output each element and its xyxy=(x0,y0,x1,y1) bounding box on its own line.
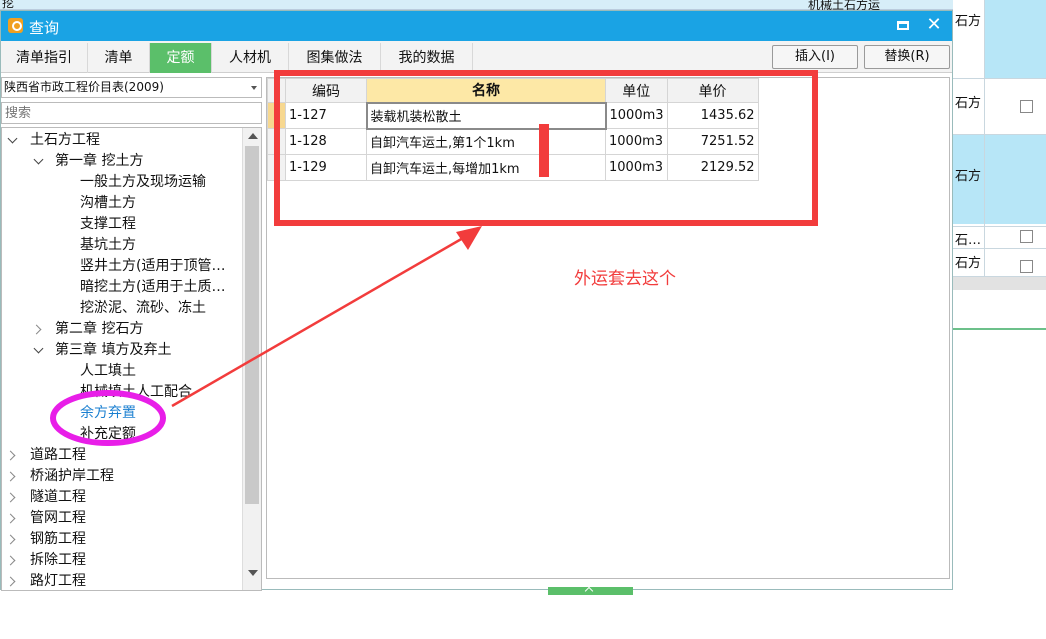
tree-item[interactable]: 补充定额 xyxy=(80,424,136,445)
tree-item[interactable]: 沟槽土方 xyxy=(80,193,136,214)
background-checkbox[interactable] xyxy=(1020,100,1033,113)
scroll-thumb[interactable] xyxy=(245,146,259,504)
background-scrollbar[interactable] xyxy=(953,277,1046,290)
tree-item[interactable]: 机械填土人工配合 xyxy=(80,382,192,403)
dialog-titlebar[interactable]: 查询 ✕ xyxy=(1,11,952,41)
tab-atlas-method[interactable]: 图集做法 xyxy=(289,43,381,73)
expand-icon[interactable] xyxy=(33,154,44,165)
expand-icon[interactable] xyxy=(33,343,44,354)
expand-icon[interactable] xyxy=(5,450,16,461)
background-cell: 石方 xyxy=(955,256,982,271)
tree-scrollbar[interactable] xyxy=(242,128,261,590)
tree-item[interactable]: 支撑工程 xyxy=(80,214,136,235)
annotation-note: 外运套去这个 xyxy=(574,269,676,289)
maximize-icon[interactable] xyxy=(897,21,909,30)
tab-my-data[interactable]: 我的数据 xyxy=(381,43,473,73)
expand-icon[interactable] xyxy=(5,471,16,482)
tree-item[interactable]: 挖淤泥、流砂、冻土 xyxy=(80,298,206,319)
quota-tree: 土石方工程 第一章 挖土方 一般土方及现场运输 沟槽土方 支撑工程 基坑土方 竖… xyxy=(1,127,262,591)
tab-bill[interactable]: 清单 xyxy=(88,43,150,73)
tab-labor-material-machine[interactable]: 人材机 xyxy=(212,43,289,73)
tree-item[interactable]: 暗挖土方(适用于土质… xyxy=(80,277,225,298)
background-checkbox[interactable] xyxy=(1020,260,1033,273)
replace-button[interactable]: 替换(R) xyxy=(864,45,950,69)
tree-item[interactable]: 基坑土方 xyxy=(80,235,136,256)
expand-icon[interactable] xyxy=(5,555,16,566)
expand-icon[interactable] xyxy=(7,133,18,144)
tree-item-selected[interactable]: 余方弃置 xyxy=(80,403,136,424)
background-cell: 石方 xyxy=(955,169,982,184)
library-select[interactable]: 陕西省市政工程价目表(2009) xyxy=(1,77,262,98)
background-highlight xyxy=(985,0,1046,78)
app-logo-icon xyxy=(8,18,23,33)
insert-button[interactable]: 插入(I) xyxy=(772,45,858,69)
background-checkbox[interactable] xyxy=(1020,230,1033,243)
close-icon[interactable]: ✕ xyxy=(923,13,945,37)
tree-item[interactable]: 一般土方及现场运输 xyxy=(80,172,206,193)
background-cell: 石方 xyxy=(955,14,982,29)
dialog-title: 查询 xyxy=(29,19,60,37)
tab-bar: 清单指引 清单 定额 人材机 图集做法 我的数据 插入(I) 替换(R) xyxy=(1,41,952,73)
expand-icon[interactable] xyxy=(31,324,42,335)
expand-icon[interactable] xyxy=(5,534,16,545)
search-input[interactable] xyxy=(1,102,262,124)
expand-icon[interactable] xyxy=(5,492,16,503)
tab-bill-guide[interactable]: 清单指引 xyxy=(1,43,88,73)
tree-item[interactable]: 人工填土 xyxy=(80,361,136,382)
scroll-down-icon[interactable] xyxy=(248,570,258,576)
tree-item[interactable]: 竖井土方(适用于顶管… xyxy=(80,256,225,277)
scroll-up-icon[interactable] xyxy=(248,133,258,139)
annotation-red-mark xyxy=(539,124,549,177)
background-header-strip: 挖 机械土石方运 xyxy=(0,0,1046,12)
expand-icon[interactable] xyxy=(5,513,16,524)
background-splitter xyxy=(953,328,1046,330)
library-select-value: 陕西省市政工程价目表(2009) xyxy=(4,80,164,94)
background-cell: 石… xyxy=(955,233,982,248)
tab-quota[interactable]: 定额 xyxy=(150,43,212,73)
expand-icon[interactable] xyxy=(5,576,16,587)
dropdown-arrow-icon xyxy=(251,86,257,90)
collapse-panel-handle[interactable] xyxy=(548,587,633,595)
background-cell: 石方 xyxy=(955,96,982,111)
